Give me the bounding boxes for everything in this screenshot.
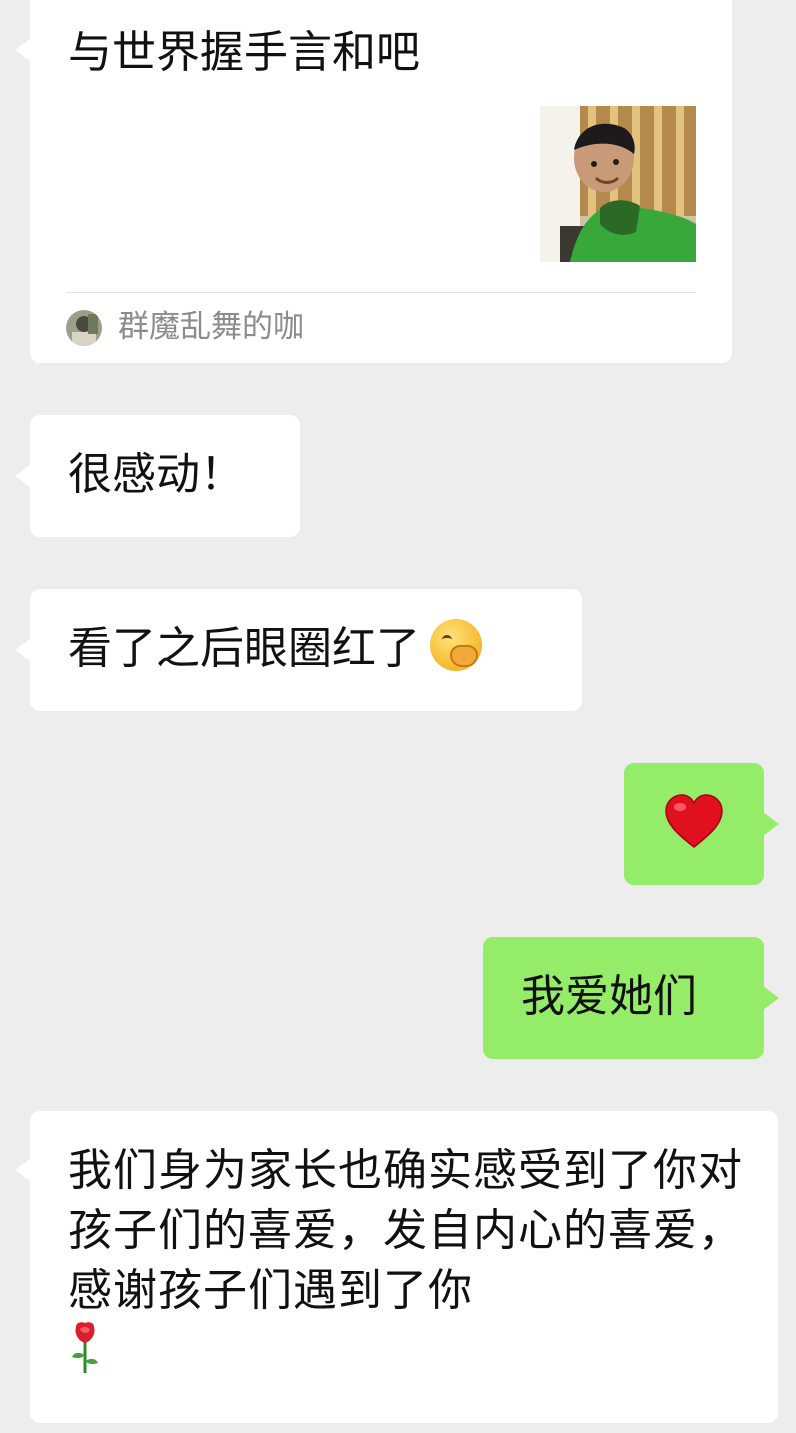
source-avatar	[66, 310, 102, 346]
rose-icon	[72, 1322, 98, 1373]
card-title: 与世界握手言和吧	[68, 27, 420, 78]
bubble-tail	[763, 986, 779, 1010]
face-with-hand-over-mouth-icon	[430, 619, 482, 671]
message-bubble-incoming[interactable]: 看了之后眼圈红了	[15, 589, 582, 711]
message-bubble-incoming[interactable]: 很感动！	[15, 415, 300, 537]
message-bubble-outgoing[interactable]: 我爱她们	[483, 937, 779, 1059]
message-text-wrap: 我们身为家长也确实感受到了你对孩子们的喜爱，发自内心的喜爱，感谢孩子们遇到了你	[68, 1141, 748, 1381]
message-bubble-outgoing[interactable]	[624, 763, 779, 885]
bubble-tail	[15, 1158, 31, 1182]
message-text: 我们身为家长也确实感受到了你对孩子们的喜爱，发自内心的喜爱，感谢孩子们遇到了你	[68, 1145, 743, 1316]
red-heart-icon	[665, 794, 723, 848]
bubble-tail	[15, 638, 31, 662]
message-text: 很感动！	[68, 449, 244, 500]
card-source-name: 群魔乱舞的咖	[118, 309, 304, 345]
card-divider	[66, 292, 696, 293]
bubble-tail	[763, 812, 779, 836]
message-bubble-incoming[interactable]: 我们身为家长也确实感受到了你对孩子们的喜爱，发自内心的喜爱，感谢孩子们遇到了你	[15, 1111, 778, 1423]
message-text: 看了之后眼圈红了	[68, 623, 420, 674]
message-text-wrap: 看了之后眼圈红了	[68, 619, 482, 679]
card-thumbnail	[540, 106, 696, 262]
bubble-tail	[15, 38, 31, 62]
message-text: 我爱她们	[521, 971, 697, 1022]
bubble-tail	[15, 464, 31, 488]
shared-card-message[interactable]: 与世界握手言和吧 群魔乱舞的咖	[15, 0, 732, 363]
